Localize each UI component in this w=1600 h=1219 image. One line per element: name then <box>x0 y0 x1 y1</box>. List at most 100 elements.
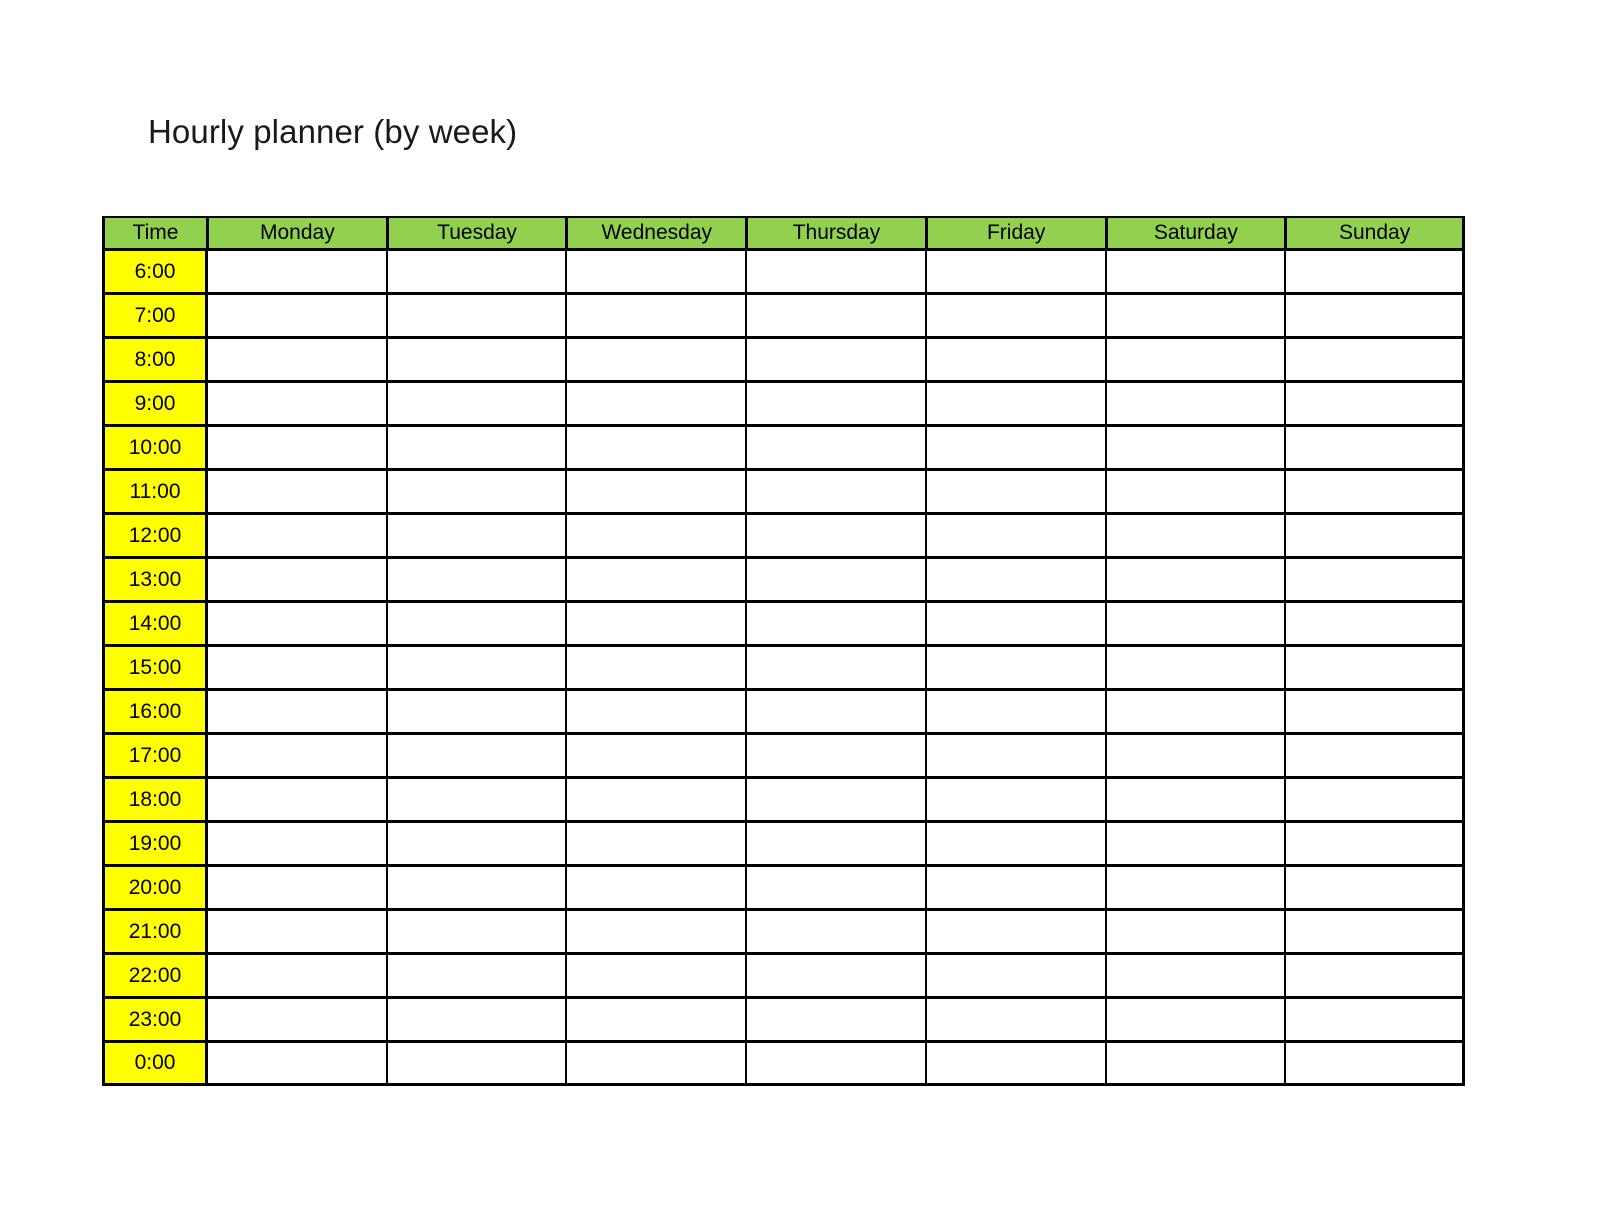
slot-sunday-13-00[interactable] <box>1285 558 1465 602</box>
slot-monday-20-00[interactable] <box>207 866 387 910</box>
slot-monday-21-00[interactable] <box>207 910 387 954</box>
slot-wednesday-16-00[interactable] <box>566 690 747 734</box>
column-header-tuesday[interactable]: Tuesday <box>386 216 567 250</box>
slot-saturday-18-00[interactable] <box>1105 778 1286 822</box>
slot-tuesday-8-00[interactable] <box>386 338 567 382</box>
slot-monday-19-00[interactable] <box>207 822 387 866</box>
slot-thursday-22-00[interactable] <box>746 954 926 998</box>
slot-monday-12-00[interactable] <box>207 514 387 558</box>
slot-wednesday-13-00[interactable] <box>566 558 747 602</box>
slot-saturday-19-00[interactable] <box>1105 822 1286 866</box>
slot-friday-14-00[interactable] <box>925 602 1106 646</box>
slot-thursday-7-00[interactable] <box>746 294 926 338</box>
slot-wednesday-9-00[interactable] <box>566 382 747 426</box>
slot-friday-11-00[interactable] <box>925 470 1106 514</box>
slot-thursday-6-00[interactable] <box>746 250 926 294</box>
slot-tuesday-0-00[interactable] <box>386 1042 567 1086</box>
slot-friday-10-00[interactable] <box>925 426 1106 470</box>
slot-sunday-12-00[interactable] <box>1285 514 1465 558</box>
slot-saturday-23-00[interactable] <box>1105 998 1286 1042</box>
slot-friday-12-00[interactable] <box>925 514 1106 558</box>
slot-thursday-10-00[interactable] <box>746 426 926 470</box>
slot-monday-14-00[interactable] <box>207 602 387 646</box>
slot-sunday-16-00[interactable] <box>1285 690 1465 734</box>
slot-tuesday-17-00[interactable] <box>386 734 567 778</box>
slot-sunday-18-00[interactable] <box>1285 778 1465 822</box>
slot-saturday-8-00[interactable] <box>1105 338 1286 382</box>
slot-monday-17-00[interactable] <box>207 734 387 778</box>
slot-monday-7-00[interactable] <box>207 294 387 338</box>
slot-thursday-17-00[interactable] <box>746 734 926 778</box>
slot-sunday-15-00[interactable] <box>1285 646 1465 690</box>
slot-wednesday-19-00[interactable] <box>566 822 747 866</box>
slot-friday-7-00[interactable] <box>925 294 1106 338</box>
slot-thursday-15-00[interactable] <box>746 646 926 690</box>
slot-monday-16-00[interactable] <box>207 690 387 734</box>
slot-wednesday-0-00[interactable] <box>566 1042 747 1086</box>
slot-thursday-14-00[interactable] <box>746 602 926 646</box>
slot-sunday-22-00[interactable] <box>1285 954 1465 998</box>
slot-tuesday-14-00[interactable] <box>386 602 567 646</box>
column-header-sunday[interactable]: Sunday <box>1285 216 1465 250</box>
slot-monday-23-00[interactable] <box>207 998 387 1042</box>
slot-sunday-10-00[interactable] <box>1285 426 1465 470</box>
column-header-wednesday[interactable]: Wednesday <box>566 216 747 250</box>
slot-friday-15-00[interactable] <box>925 646 1106 690</box>
slot-tuesday-11-00[interactable] <box>386 470 567 514</box>
slot-monday-10-00[interactable] <box>207 426 387 470</box>
slot-sunday-11-00[interactable] <box>1285 470 1465 514</box>
slot-thursday-23-00[interactable] <box>746 998 926 1042</box>
slot-saturday-7-00[interactable] <box>1105 294 1286 338</box>
slot-saturday-10-00[interactable] <box>1105 426 1286 470</box>
slot-thursday-16-00[interactable] <box>746 690 926 734</box>
slot-thursday-21-00[interactable] <box>746 910 926 954</box>
slot-friday-23-00[interactable] <box>925 998 1106 1042</box>
slot-wednesday-22-00[interactable] <box>566 954 747 998</box>
slot-monday-8-00[interactable] <box>207 338 387 382</box>
slot-tuesday-12-00[interactable] <box>386 514 567 558</box>
slot-saturday-0-00[interactable] <box>1105 1042 1286 1086</box>
slot-wednesday-10-00[interactable] <box>566 426 747 470</box>
slot-tuesday-13-00[interactable] <box>386 558 567 602</box>
slot-saturday-14-00[interactable] <box>1105 602 1286 646</box>
slot-saturday-21-00[interactable] <box>1105 910 1286 954</box>
slot-tuesday-18-00[interactable] <box>386 778 567 822</box>
slot-wednesday-23-00[interactable] <box>566 998 747 1042</box>
slot-monday-0-00[interactable] <box>207 1042 387 1086</box>
slot-saturday-15-00[interactable] <box>1105 646 1286 690</box>
slot-wednesday-17-00[interactable] <box>566 734 747 778</box>
slot-monday-18-00[interactable] <box>207 778 387 822</box>
slot-friday-22-00[interactable] <box>925 954 1106 998</box>
slot-friday-6-00[interactable] <box>925 250 1106 294</box>
slot-thursday-9-00[interactable] <box>746 382 926 426</box>
slot-friday-18-00[interactable] <box>925 778 1106 822</box>
slot-tuesday-21-00[interactable] <box>386 910 567 954</box>
slot-tuesday-16-00[interactable] <box>386 690 567 734</box>
slot-thursday-0-00[interactable] <box>746 1042 926 1086</box>
slot-friday-20-00[interactable] <box>925 866 1106 910</box>
slot-tuesday-10-00[interactable] <box>386 426 567 470</box>
slot-sunday-20-00[interactable] <box>1285 866 1465 910</box>
slot-wednesday-14-00[interactable] <box>566 602 747 646</box>
slot-monday-6-00[interactable] <box>207 250 387 294</box>
slot-sunday-0-00[interactable] <box>1285 1042 1465 1086</box>
slot-monday-11-00[interactable] <box>207 470 387 514</box>
slot-tuesday-6-00[interactable] <box>386 250 567 294</box>
slot-wednesday-6-00[interactable] <box>566 250 747 294</box>
slot-sunday-17-00[interactable] <box>1285 734 1465 778</box>
slot-saturday-22-00[interactable] <box>1105 954 1286 998</box>
column-header-monday[interactable]: Monday <box>207 216 387 250</box>
slot-sunday-6-00[interactable] <box>1285 250 1465 294</box>
slot-wednesday-15-00[interactable] <box>566 646 747 690</box>
slot-wednesday-21-00[interactable] <box>566 910 747 954</box>
column-header-saturday[interactable]: Saturday <box>1105 216 1286 250</box>
slot-friday-9-00[interactable] <box>925 382 1106 426</box>
column-header-thursday[interactable]: Thursday <box>746 216 926 250</box>
slot-friday-13-00[interactable] <box>925 558 1106 602</box>
slot-tuesday-9-00[interactable] <box>386 382 567 426</box>
slot-saturday-13-00[interactable] <box>1105 558 1286 602</box>
column-header-friday[interactable]: Friday <box>925 216 1106 250</box>
slot-thursday-18-00[interactable] <box>746 778 926 822</box>
slot-friday-19-00[interactable] <box>925 822 1106 866</box>
slot-thursday-19-00[interactable] <box>746 822 926 866</box>
